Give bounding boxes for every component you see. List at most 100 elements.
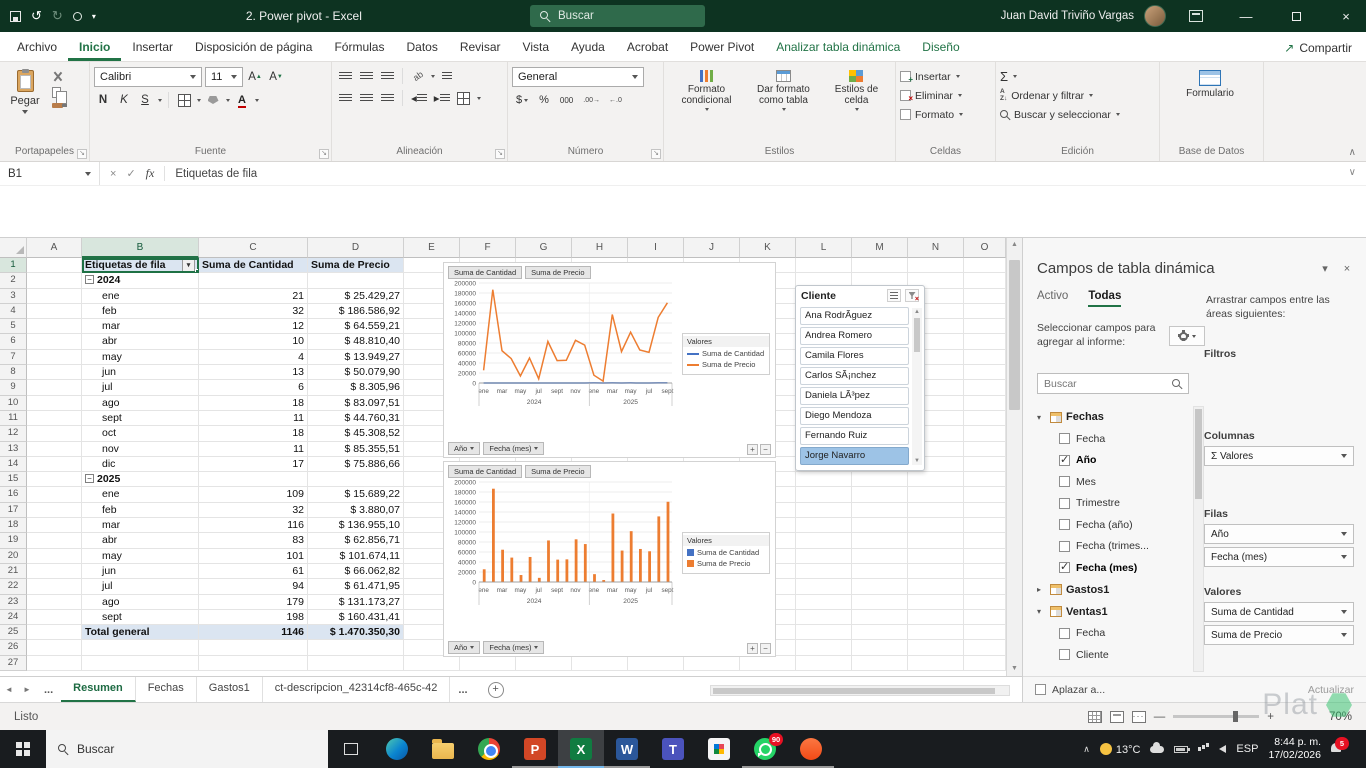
cell[interactable] (27, 533, 82, 549)
cell[interactable]: $ 75.886,66 (308, 456, 404, 473)
cell[interactable] (27, 609, 82, 626)
scrollbar-thumb[interactable] (713, 687, 995, 694)
column-header-H[interactable]: H (572, 238, 628, 258)
row-header-19[interactable]: 19 (0, 533, 27, 549)
cell[interactable]: $ 44.760,31 (308, 410, 404, 427)
cell[interactable] (27, 380, 82, 396)
chart-axis-field-button[interactable]: Año (448, 640, 481, 654)
cell[interactable]: 21 (199, 288, 308, 304)
currency-format-icon[interactable]: $ (512, 91, 532, 109)
page-break-view-icon[interactable] (1131, 710, 1146, 723)
cell[interactable] (908, 625, 964, 641)
worksheet[interactable]: A B C D E F G H I J K L M N O 1 Etiquetas de fila ▾ Suma d… (0, 238, 1022, 676)
cell[interactable]: $ 25.429,27 (308, 288, 404, 304)
cell[interactable] (852, 625, 908, 641)
cell[interactable] (27, 487, 82, 503)
percent-format-icon[interactable]: % (535, 91, 553, 109)
cell[interactable]: $ 50.079,90 (308, 365, 404, 381)
cell[interactable] (908, 533, 964, 549)
field-checkbox[interactable] (1059, 519, 1070, 531)
cell[interactable] (908, 258, 964, 274)
weather-widget[interactable]: 13°C (1099, 742, 1140, 756)
cell[interactable]: abr (82, 533, 199, 549)
decrease-decimal-icon[interactable]: ←.0 (606, 97, 625, 104)
cell[interactable]: 12 (199, 319, 308, 335)
column-header-B[interactable]: B (82, 238, 199, 258)
fields-search-input[interactable]: Buscar (1037, 373, 1189, 394)
cell[interactable] (27, 441, 82, 457)
copy-icon[interactable] (52, 87, 67, 104)
cell[interactable] (852, 518, 908, 534)
sheet-tabs-more-left[interactable]: ... (36, 684, 61, 696)
cell[interactable] (852, 579, 908, 595)
cell[interactable] (964, 563, 1006, 580)
cell[interactable] (852, 563, 908, 580)
column-header-N[interactable]: N (908, 238, 964, 258)
row-header-10[interactable]: 10 (0, 395, 27, 411)
cell[interactable]: 13 (199, 365, 308, 381)
decrease-indent-icon[interactable]: ◂ (409, 89, 429, 107)
cell[interactable] (27, 456, 82, 473)
form-button[interactable]: Formulario (1164, 67, 1256, 99)
cell[interactable] (964, 288, 1006, 304)
row-header-11[interactable]: 11 (0, 410, 27, 427)
row-header-24[interactable]: 24 (0, 609, 27, 626)
battery-icon[interactable] (1174, 745, 1191, 753)
field-checkbox[interactable] (1059, 476, 1070, 488)
sheet-tab-resumen[interactable]: Resumen (61, 677, 136, 702)
cell[interactable]: oct (82, 426, 199, 442)
chart-field-button[interactable]: Suma de Precio (525, 465, 591, 478)
paste-button[interactable]: Pegar (4, 67, 46, 114)
sheet-tab-ct-descripcion-42314cf8-465c-42[interactable]: ct-descripcion_42314cf8-465c-42 (263, 677, 451, 702)
cell[interactable]: jul (82, 380, 199, 396)
column-header-C[interactable]: C (199, 238, 308, 258)
column-header-D[interactable]: D (308, 238, 404, 258)
cell[interactable]: may (82, 548, 199, 564)
cell[interactable] (964, 349, 1006, 366)
decrease-font-icon[interactable]: A ▼ (267, 68, 285, 86)
field-checkbox[interactable] (1059, 540, 1070, 552)
cell[interactable]: $ 13.949,27 (308, 349, 404, 366)
update-button[interactable]: Actualizar (1308, 684, 1354, 696)
cell[interactable]: 61 (199, 563, 308, 580)
cell[interactable] (852, 548, 908, 564)
cell[interactable] (964, 625, 1006, 641)
tab-todas[interactable]: Todas (1088, 290, 1122, 307)
cell[interactable] (199, 640, 308, 656)
cell[interactable] (27, 410, 82, 427)
increase-font-icon[interactable]: A ▲ (246, 68, 264, 86)
row-header-12[interactable]: 12 (0, 426, 27, 442)
cell[interactable]: jul (82, 579, 199, 595)
slicer-item[interactable]: Daniela LÃ³pez (800, 387, 909, 405)
ribbon-tab-datos[interactable]: Datos (395, 34, 448, 61)
cell[interactable]: $ 64.559,21 (308, 319, 404, 335)
qat-customize-icon[interactable]: ▾ (92, 12, 96, 21)
format-as-table-button[interactable]: Dar formato como tabla (745, 67, 822, 111)
ribbon-tab-revisar[interactable]: Revisar (449, 34, 512, 61)
cell[interactable]: 17 (199, 456, 308, 473)
ribbon-tab-ayuda[interactable]: Ayuda (560, 34, 616, 61)
cell[interactable]: $ 66.062,82 (308, 563, 404, 580)
cell[interactable]: mar (82, 518, 199, 534)
ribbon-tab-acrobat[interactable]: Acrobat (616, 34, 679, 61)
row-header-27[interactable]: 27 (0, 655, 27, 672)
cell[interactable]: $ 48.810,40 (308, 334, 404, 350)
insert-cells-button[interactable]: + Insertar (900, 67, 991, 86)
cell[interactable] (964, 472, 1006, 488)
cell[interactable] (908, 487, 964, 503)
cell[interactable] (908, 640, 964, 656)
redo-icon[interactable]: ↻ (52, 8, 63, 24)
column-header-M[interactable]: M (852, 238, 908, 258)
field-checkbox[interactable] (1059, 649, 1070, 661)
field-table-ventas1[interactable]: ▾ Ventas1 (1037, 601, 1189, 623)
volume-icon[interactable] (1219, 745, 1227, 753)
cell[interactable] (308, 472, 404, 488)
field-table-gastos1[interactable]: ▸ Gastos1 (1037, 579, 1189, 601)
row-header-14[interactable]: 14 (0, 456, 27, 473)
bold-button[interactable]: N (94, 91, 112, 109)
cell[interactable] (964, 594, 1006, 610)
zoom-out-icon[interactable]: — (1154, 711, 1166, 723)
undo-icon[interactable]: ↺ (31, 8, 42, 24)
orientation-icon[interactable]: ab (409, 67, 427, 85)
notifications-icon[interactable]: 5 (1331, 737, 1349, 755)
